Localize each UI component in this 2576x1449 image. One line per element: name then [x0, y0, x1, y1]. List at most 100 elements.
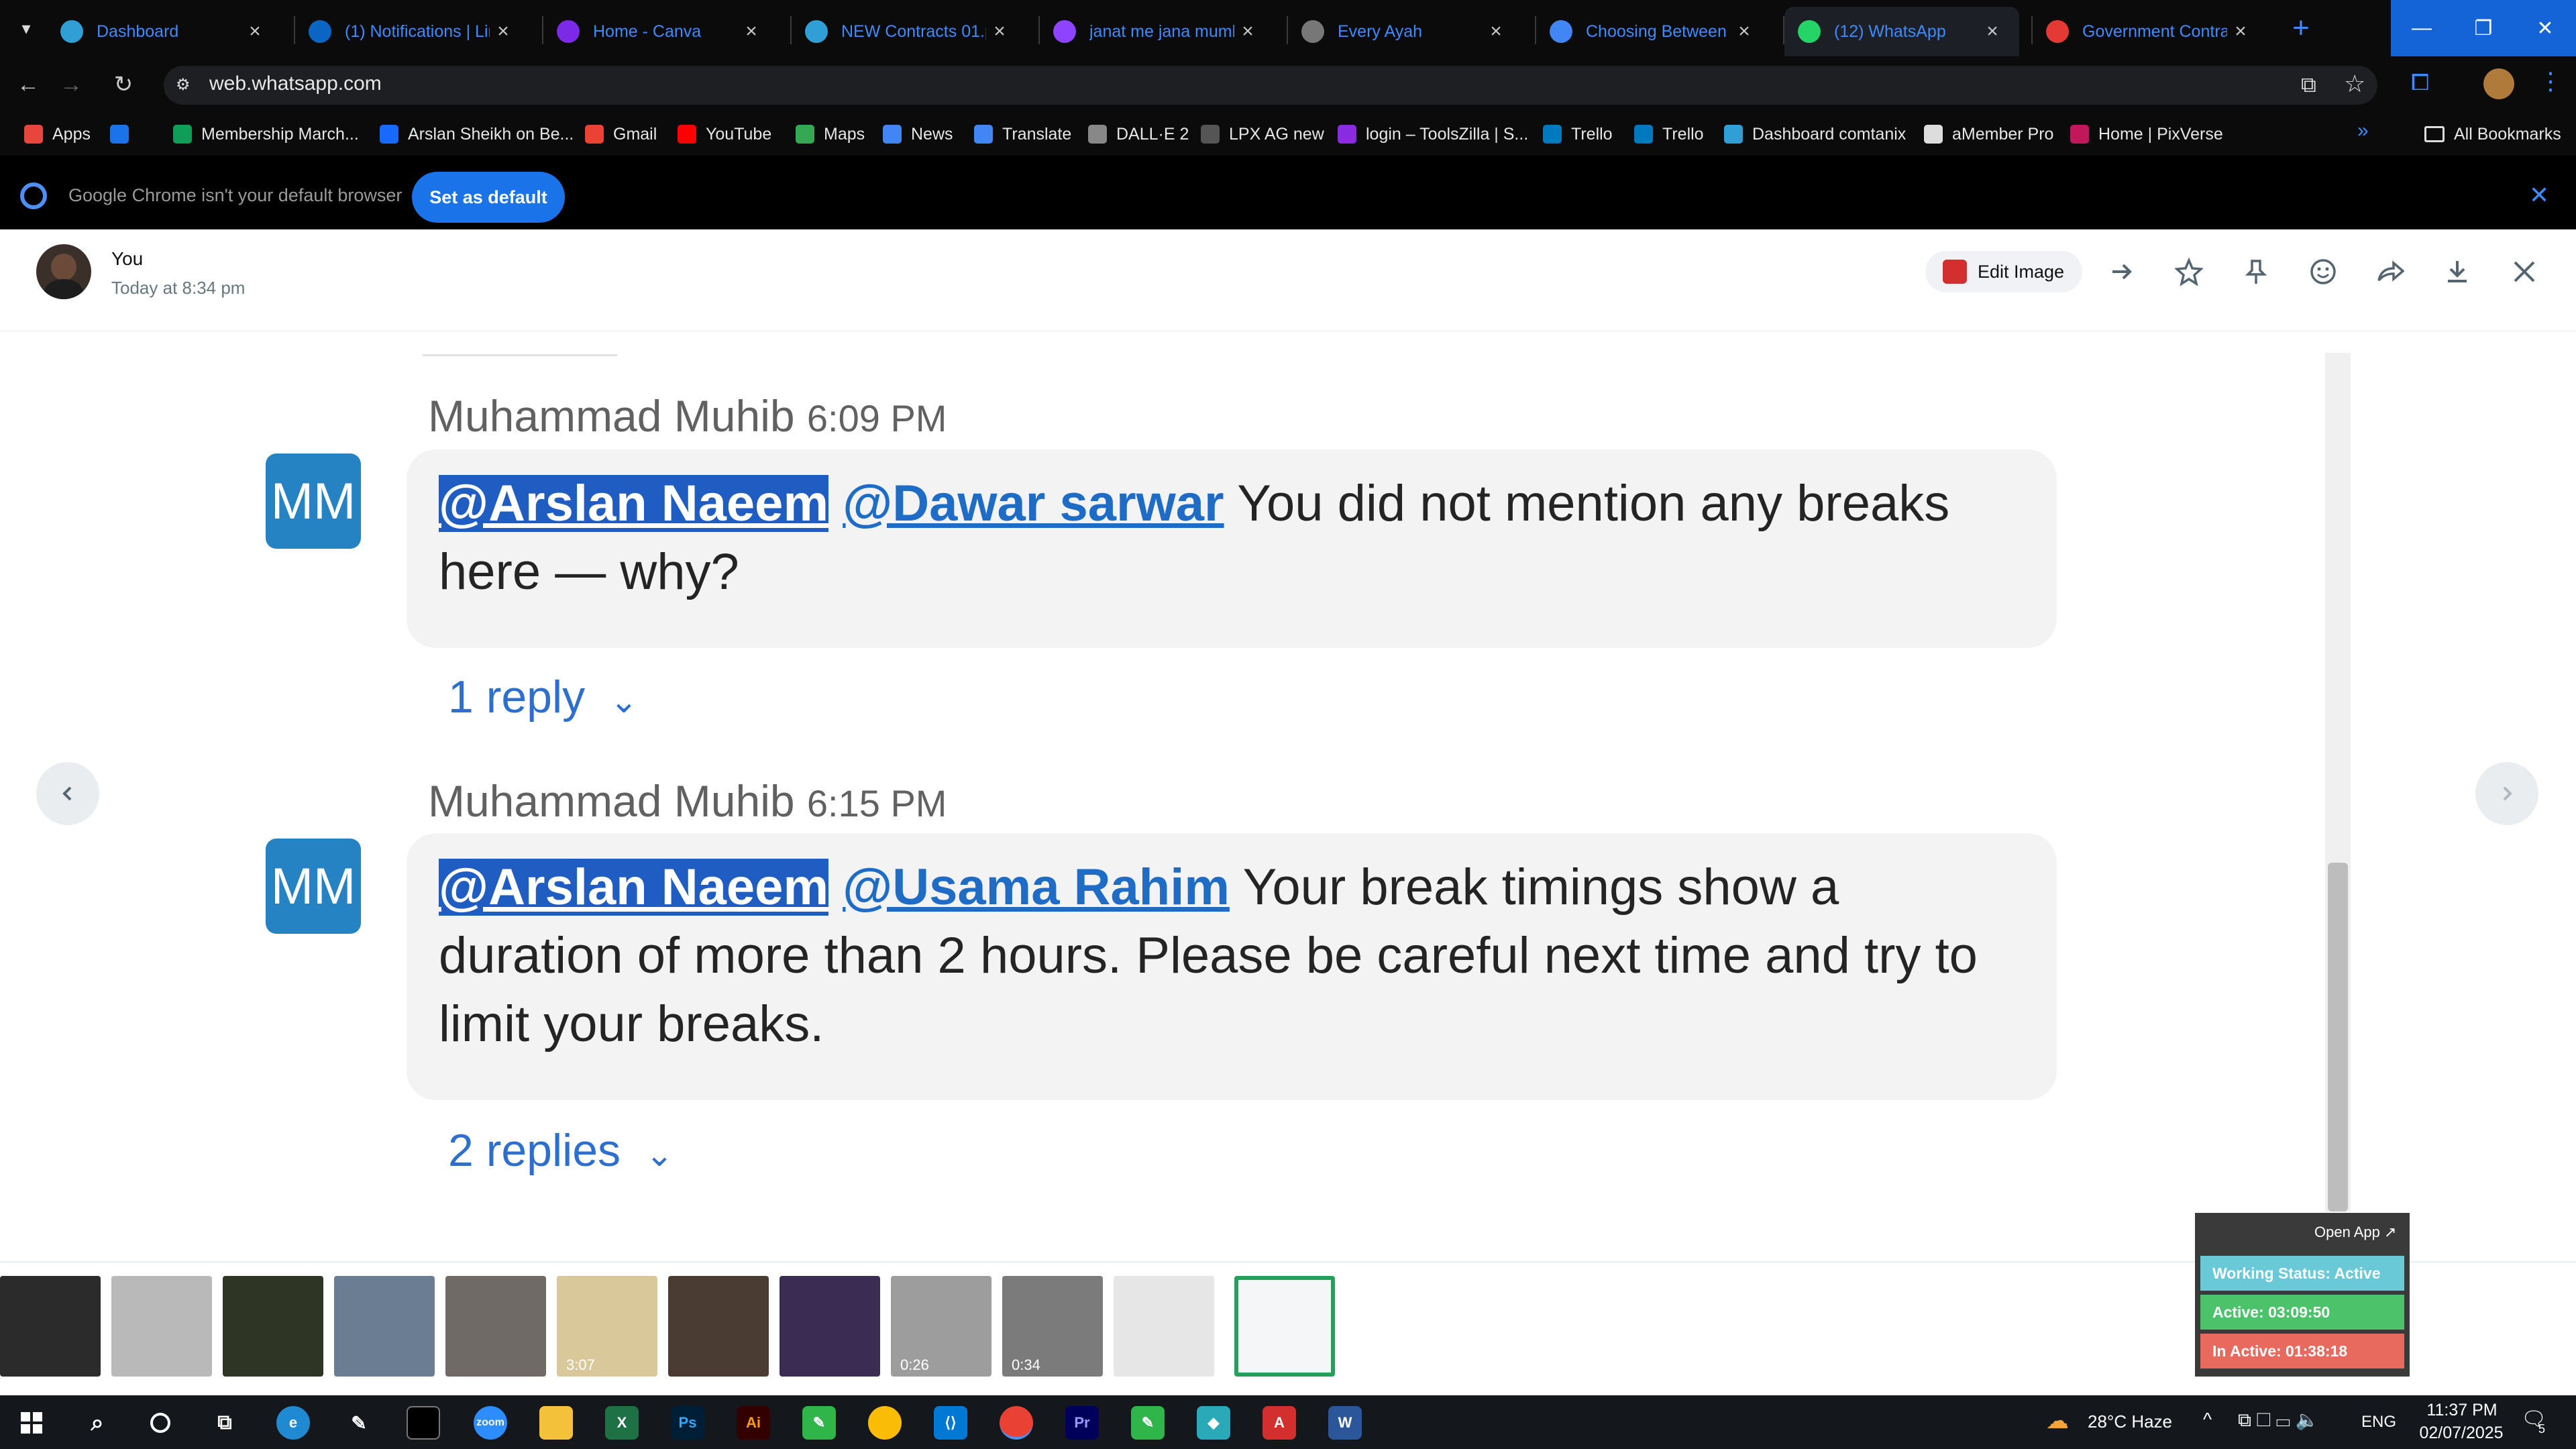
bookmark-item[interactable]: Maps	[796, 122, 865, 146]
tray-chevron-icon[interactable]: ^	[2203, 1409, 2212, 1430]
tab-close-icon[interactable]: ×	[1483, 20, 1509, 43]
tab-4[interactable]: janat me jana mumkin×	[1040, 7, 1275, 56]
file-explorer-icon[interactable]	[539, 1406, 573, 1440]
premiere-icon[interactable]: Pr	[1065, 1406, 1099, 1440]
bookmark-item[interactable]: Trello	[1543, 122, 1613, 146]
bookmark-item[interactable]: aMember Pro	[1924, 122, 2053, 146]
all-bookmarks[interactable]: All Bookmarks	[2424, 122, 2561, 146]
diamond-app-icon[interactable]: ◆	[1197, 1406, 1230, 1440]
edge-icon[interactable]: e	[276, 1406, 310, 1440]
bookmark-item[interactable]: Gmail	[585, 122, 657, 146]
cortana-icon[interactable]	[144, 1406, 177, 1440]
download-icon[interactable]	[2440, 255, 2474, 288]
bookmark-item[interactable]: Translate	[974, 122, 1071, 146]
tab-close-icon[interactable]: ×	[1234, 20, 1261, 43]
restore-button[interactable]: ❐	[2453, 0, 2514, 56]
clock-time[interactable]: 11:37 PM	[2422, 1401, 2502, 1420]
task-view-icon[interactable]: ⧉	[208, 1406, 241, 1440]
close-viewer-icon[interactable]	[2508, 255, 2541, 288]
forward-arrow-icon[interactable]	[2105, 255, 2139, 288]
bookmark-item[interactable]: YouTube	[678, 122, 771, 146]
pin-icon[interactable]	[2239, 255, 2273, 288]
bookmark-item[interactable]: Arslan Sheikh on Be...	[380, 122, 574, 146]
site-info-icon[interactable]: ⚙	[176, 75, 197, 97]
tab-1[interactable]: (1) Notifications | LinkedIn×	[295, 7, 530, 56]
chrome-active-icon[interactable]	[1000, 1406, 1033, 1440]
acrobat-icon[interactable]: A	[1263, 1406, 1296, 1440]
address-bar[interactable]	[164, 66, 2377, 105]
media-thumbnail[interactable]	[1234, 1276, 1335, 1377]
bookmark-item[interactable]: Apps	[24, 122, 91, 146]
tab-close-icon[interactable]: ×	[738, 20, 765, 43]
bookmark-item[interactable]: DALL·E 2	[1088, 122, 1189, 146]
new-tab-button[interactable]: +	[2284, 11, 2318, 46]
chrome-icon[interactable]	[868, 1406, 902, 1440]
clock-date[interactable]: 02/07/2025	[2411, 1424, 2512, 1443]
tab-search-button[interactable]: ▾	[9, 13, 43, 43]
terminal-icon[interactable]	[407, 1406, 440, 1440]
tab-close-icon[interactable]: ×	[986, 20, 1013, 43]
profile-avatar[interactable]	[2483, 68, 2514, 99]
tab-2[interactable]: Home - Canva ×	[543, 7, 778, 56]
next-media-button[interactable]	[2475, 762, 2538, 825]
green-app-2-icon[interactable]: ✎	[1131, 1406, 1165, 1440]
open-app-link[interactable]: Open App ↗	[2314, 1224, 2396, 1241]
tab-close-icon[interactable]: ×	[490, 20, 517, 43]
search-icon[interactable]: ⌕	[80, 1406, 114, 1440]
tab-close-icon[interactable]: ×	[1979, 20, 2006, 43]
media-thumbnail[interactable]: 3:07	[557, 1276, 657, 1377]
bookmark-star-icon[interactable]: ☆	[2344, 70, 2365, 98]
weather-text[interactable]: 28°C Haze	[2088, 1411, 2172, 1432]
extensions-icon[interactable]: ⧠	[2411, 70, 2429, 96]
bookmark-item[interactable]: Membership March...	[173, 122, 359, 146]
star-icon[interactable]	[2172, 255, 2206, 288]
minimize-button[interactable]: —	[2391, 0, 2453, 56]
media-thumbnail[interactable]	[223, 1276, 323, 1377]
close-window-button[interactable]: ✕	[2514, 0, 2576, 56]
vscode-icon[interactable]: ⟨⟩	[934, 1406, 967, 1440]
photoshop-icon[interactable]: Ps	[671, 1406, 704, 1440]
word-icon[interactable]: W	[1328, 1406, 1362, 1440]
illustrator-icon[interactable]: Ai	[737, 1406, 770, 1440]
forward-button[interactable]: →	[56, 70, 86, 99]
tab-3[interactable]: NEW Contracts 01.pdf×	[792, 7, 1026, 56]
tab-0[interactable]: Dashboard ×	[47, 7, 282, 56]
previous-media-button[interactable]	[36, 762, 99, 825]
media-thumbnail[interactable]	[334, 1276, 435, 1377]
bookmark-item[interactable]: login – ToolsZilla | S...	[1338, 122, 1528, 146]
media-thumbnail[interactable]	[111, 1276, 212, 1377]
bookmark-item[interactable]: Home | PixVerse	[2070, 122, 2223, 146]
chrome-menu-icon[interactable]: ⋮	[2538, 67, 2563, 95]
windows-start-icon[interactable]	[15, 1406, 48, 1440]
bookmarks-overflow-icon[interactable]: »	[2357, 119, 2369, 142]
emoji-icon[interactable]	[2306, 255, 2340, 288]
sender-avatar[interactable]	[36, 244, 91, 299]
media-thumbnail[interactable]: 0:26	[891, 1276, 991, 1377]
media-thumbnail[interactable]: 0:34	[1002, 1276, 1103, 1377]
bookmark-item[interactable]	[110, 122, 138, 146]
media-thumbnail[interactable]	[1114, 1276, 1214, 1377]
edit-image-button[interactable]: Edit Image	[1925, 251, 2082, 292]
zoom-icon[interactable]: zoom	[474, 1406, 507, 1440]
bookmark-item[interactable]: LPX AG new	[1201, 122, 1324, 146]
tab-5[interactable]: Every Ayah ×	[1288, 7, 1523, 56]
media-thumbnail[interactable]	[0, 1276, 101, 1377]
tab-close-icon[interactable]: ×	[241, 20, 268, 43]
back-button[interactable]: ←	[13, 70, 43, 99]
pen-icon[interactable]: ✎	[342, 1406, 376, 1440]
media-thumbnail[interactable]	[445, 1276, 546, 1377]
tab-close-icon[interactable]: ×	[2227, 20, 2254, 43]
bookmark-item[interactable]: Dashboard comtanix	[1724, 122, 1906, 146]
bookmark-item[interactable]: News	[883, 122, 953, 146]
share-icon[interactable]	[2373, 255, 2407, 288]
install-app-icon[interactable]: ⧉	[2301, 72, 2316, 98]
excel-icon[interactable]: X	[605, 1406, 639, 1440]
set-as-default-button[interactable]: Set as default	[412, 172, 565, 223]
reload-button[interactable]: ↻	[109, 70, 138, 99]
infobar-close-icon[interactable]: ✕	[2529, 181, 2549, 209]
tray-apps-icon[interactable]: ⧉ ☐ ▭ 🔈	[2238, 1409, 2319, 1432]
tab-6[interactable]: Choosing Between O ×	[1536, 7, 1771, 56]
media-thumbnail[interactable]	[780, 1276, 880, 1377]
tab-7[interactable]: (12) WhatsApp ×	[1784, 7, 2019, 56]
tab-8[interactable]: Government Contracts×	[2033, 7, 2267, 56]
